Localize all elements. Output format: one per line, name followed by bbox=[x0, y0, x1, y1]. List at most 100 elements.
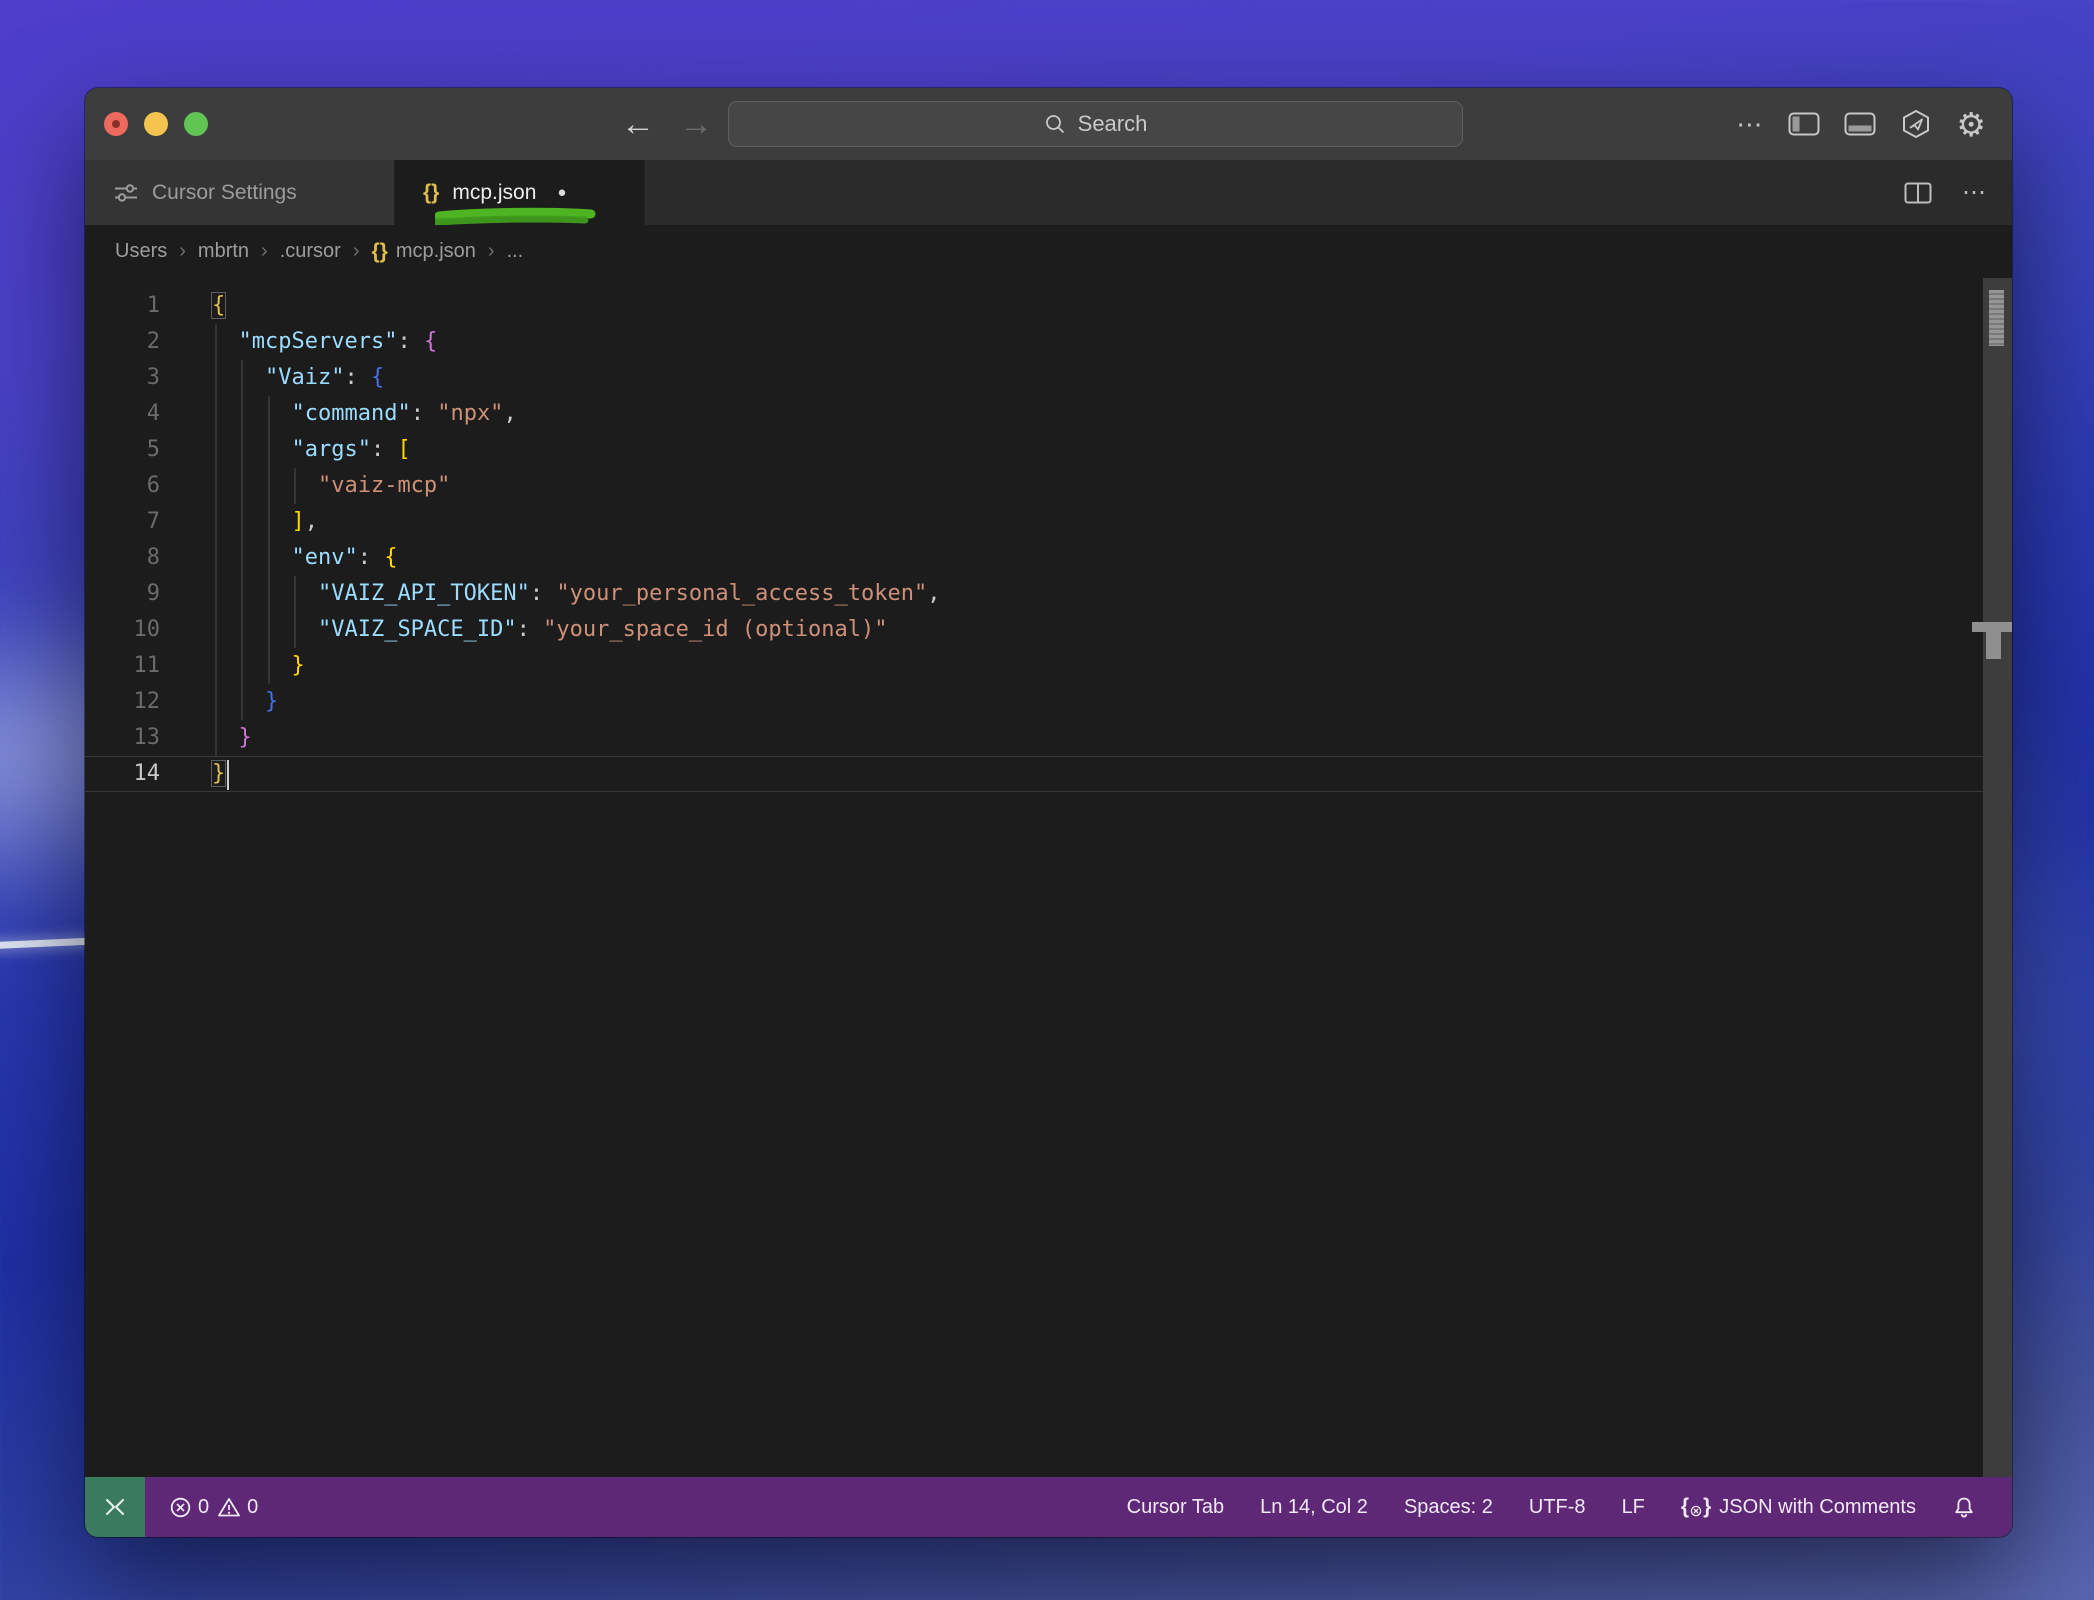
line-number[interactable]: 1 bbox=[85, 288, 160, 324]
breadcrumb-item[interactable]: .cursor bbox=[280, 240, 341, 263]
code-line[interactable]: 12 } bbox=[85, 684, 2012, 720]
scrollbar-marker-horizontal[interactable] bbox=[1972, 622, 2012, 632]
json-with-comments-icon: {} bbox=[1681, 1497, 1711, 1517]
line-number[interactable]: 2 bbox=[85, 324, 160, 360]
back-button[interactable]: ← bbox=[621, 105, 655, 144]
remote-icon bbox=[103, 1497, 127, 1517]
status-item-lf[interactable]: LF bbox=[1622, 1496, 1645, 1519]
scrollbar-marker-vertical[interactable] bbox=[1986, 632, 2001, 659]
line-number[interactable]: 3 bbox=[85, 360, 160, 396]
errors-count: 0 bbox=[198, 1496, 209, 1519]
code-line[interactable]: 5 "args": [ bbox=[85, 432, 2012, 468]
code-text: } bbox=[212, 684, 278, 720]
title-bar[interactable]: ← → Search ⋯ ⚙ bbox=[85, 88, 2012, 160]
line-number[interactable]: 4 bbox=[85, 396, 160, 432]
fullscreen-button[interactable] bbox=[184, 112, 208, 136]
code-line[interactable]: 2 "mcpServers": { bbox=[85, 324, 2012, 360]
desktop: { "titlebar": { "search_label": "Search"… bbox=[0, 0, 2094, 1600]
problems-status[interactable]: 0 0 bbox=[169, 1496, 258, 1519]
line-number[interactable]: 11 bbox=[85, 648, 160, 684]
line-number[interactable]: 8 bbox=[85, 540, 160, 576]
breadcrumb-separator-icon: › bbox=[179, 240, 186, 263]
line-number[interactable]: 12 bbox=[85, 684, 160, 720]
code-editor[interactable]: 1{2 "mcpServers": {3 "Vaiz": {4 "command… bbox=[85, 278, 2012, 1477]
notifications-bell-icon[interactable] bbox=[1952, 1495, 1976, 1520]
toggle-panel-icon[interactable] bbox=[1844, 112, 1876, 136]
line-number[interactable]: 9 bbox=[85, 576, 160, 612]
status-item-ln-14-col-2[interactable]: Ln 14, Col 2 bbox=[1260, 1496, 1368, 1519]
code-line[interactable]: 11 } bbox=[85, 648, 2012, 684]
breadcrumb: Users›mbrtn›.cursor›{}mcp.json›... bbox=[85, 225, 2012, 278]
breadcrumb-separator-icon: › bbox=[353, 240, 360, 263]
tab-more-actions-button[interactable]: ⋯ bbox=[1962, 178, 1988, 207]
editor-window: ← → Search ⋯ ⚙ bbox=[85, 88, 2012, 1537]
breadcrumb-item[interactable]: {}mcp.json bbox=[372, 240, 476, 264]
line-number[interactable]: 13 bbox=[85, 720, 160, 756]
code-text: "vaiz-mcp" bbox=[212, 468, 450, 504]
tab-mcp-json[interactable]: {} mcp.json ● bbox=[395, 160, 645, 225]
sliders-icon bbox=[113, 182, 139, 204]
code-text: ], bbox=[212, 504, 318, 540]
breadcrumb-item[interactable]: mbrtn bbox=[198, 240, 249, 263]
line-number[interactable]: 6 bbox=[85, 468, 160, 504]
tab-label: mcp.json bbox=[452, 181, 536, 205]
status-item-spaces-2[interactable]: Spaces: 2 bbox=[1404, 1496, 1493, 1519]
line-number[interactable]: 7 bbox=[85, 504, 160, 540]
code-text: "Vaiz": { bbox=[212, 360, 384, 396]
warnings-icon bbox=[217, 1496, 241, 1518]
json-file-icon: {} bbox=[423, 181, 439, 205]
text-caret bbox=[227, 760, 229, 790]
traffic-lights bbox=[104, 112, 208, 136]
line-number[interactable]: 5 bbox=[85, 432, 160, 468]
code-text: } bbox=[212, 720, 252, 756]
code-line[interactable]: 7 ], bbox=[85, 504, 2012, 540]
breadcrumb-item[interactable]: Users bbox=[115, 240, 167, 263]
code-text: } bbox=[212, 756, 225, 792]
close-button[interactable] bbox=[104, 112, 128, 136]
tab-bar: Cursor Settings {} mcp.json ● ⋯ bbox=[85, 160, 2012, 225]
code-line[interactable]: 10 "VAIZ_SPACE_ID": "your_space_id (opti… bbox=[85, 612, 2012, 648]
breadcrumb-separator-icon: › bbox=[488, 240, 495, 263]
search-placeholder: Search bbox=[1078, 111, 1148, 137]
status-right-items: Cursor Tab Ln 14, Col 2 Spaces: 2 UTF-8 LF {}… bbox=[1127, 1495, 2012, 1520]
code-line[interactable]: 6 "vaiz-mcp" bbox=[85, 468, 2012, 504]
code-line[interactable]: 8 "env": { bbox=[85, 540, 2012, 576]
code-text: "env": { bbox=[212, 540, 397, 576]
search-icon bbox=[1044, 113, 1066, 135]
tab-label: Cursor Settings bbox=[152, 181, 297, 205]
settings-gear-icon[interactable]: ⚙ bbox=[1956, 108, 1986, 141]
code-text: "command": "npx", bbox=[212, 396, 517, 432]
status-item-cursor-tab[interactable]: Cursor Tab bbox=[1127, 1496, 1224, 1519]
unsaved-changes-dot[interactable]: ● bbox=[557, 184, 566, 201]
cursor-agent-icon[interactable] bbox=[1900, 108, 1932, 140]
code-line[interactable]: 9 "VAIZ_API_TOKEN": "your_personal_acces… bbox=[85, 576, 2012, 612]
status-item-json-with-comments[interactable]: {}JSON with Comments bbox=[1681, 1496, 1916, 1519]
code-lines: 1{2 "mcpServers": {3 "Vaiz": {4 "command… bbox=[85, 288, 2012, 792]
toggle-sidebar-icon[interactable] bbox=[1788, 112, 1820, 136]
code-text: "VAIZ_API_TOKEN": "your_personal_access_… bbox=[212, 576, 941, 612]
code-line[interactable]: 3 "Vaiz": { bbox=[85, 360, 2012, 396]
code-text: "args": [ bbox=[212, 432, 411, 468]
json-file-icon: {} bbox=[372, 240, 388, 264]
status-item-utf-8[interactable]: UTF-8 bbox=[1529, 1496, 1586, 1519]
code-line[interactable]: 13 } bbox=[85, 720, 2012, 756]
code-line[interactable]: 4 "command": "npx", bbox=[85, 396, 2012, 432]
warnings-count: 0 bbox=[247, 1496, 258, 1519]
forward-button[interactable]: → bbox=[679, 105, 713, 144]
code-text: { bbox=[212, 288, 225, 324]
more-actions-button[interactable]: ⋯ bbox=[1736, 109, 1764, 140]
breadcrumb-item[interactable]: ... bbox=[507, 240, 524, 263]
code-line[interactable]: 1{ bbox=[85, 288, 2012, 324]
search-input[interactable]: Search bbox=[728, 101, 1463, 147]
remote-indicator[interactable] bbox=[85, 1477, 145, 1537]
scrollbar-track[interactable] bbox=[1983, 278, 2012, 1477]
line-number[interactable]: 10 bbox=[85, 612, 160, 648]
tab-cursor-settings[interactable]: Cursor Settings bbox=[85, 160, 395, 225]
minimap-thumb[interactable] bbox=[1989, 290, 2004, 346]
code-text: "mcpServers": { bbox=[212, 324, 437, 360]
minimize-button[interactable] bbox=[144, 112, 168, 136]
code-line[interactable]: 14} bbox=[85, 756, 2012, 792]
line-number[interactable]: 14 bbox=[85, 756, 160, 792]
split-editor-icon[interactable] bbox=[1904, 182, 1932, 204]
status-bar: 0 0 Cursor Tab Ln 14, Col 2 Spaces: 2 UTF-8… bbox=[85, 1477, 2012, 1537]
